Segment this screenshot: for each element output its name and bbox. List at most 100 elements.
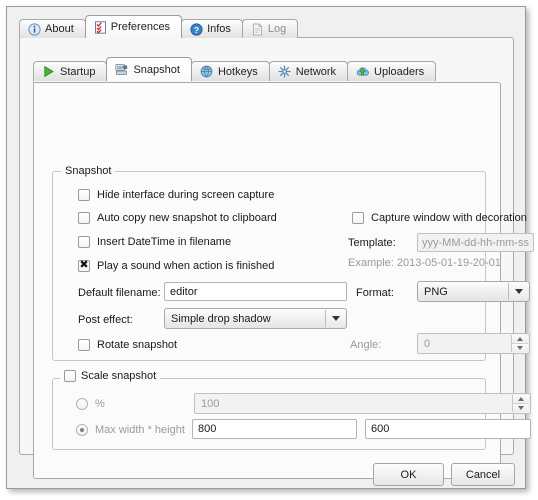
scale-percent-radio[interactable] — [76, 398, 88, 410]
scale-maxwh-label: Max width * height — [95, 424, 185, 436]
document-icon — [251, 23, 264, 36]
tab-hotkeys[interactable]: Hotkeys — [190, 61, 270, 81]
scale-group-header[interactable]: Scale snapshot — [60, 370, 161, 382]
post-effect-select[interactable]: Simple drop shadow — [164, 308, 347, 329]
angle-decrement-button[interactable] — [512, 343, 528, 352]
chevron-up-icon — [518, 397, 524, 401]
scale-max-height-value: 600 — [371, 423, 390, 435]
tab-snapshot[interactable]: Snapshot — [106, 57, 192, 81]
tab-snapshot-label: Snapshot — [133, 63, 180, 76]
tab-log-label: Log — [267, 23, 287, 35]
capture-window-label: Capture window with decoration — [371, 212, 527, 224]
info-icon — [28, 22, 41, 36]
tab-preferences[interactable]: Preferences — [84, 15, 183, 38]
play-sound-checkbox-row[interactable]: Play a sound when action is finished — [78, 258, 275, 272]
format-value: PNG — [424, 285, 448, 298]
tab-startup-label: Startup — [60, 65, 96, 78]
upload-icon — [356, 65, 369, 78]
tab-preferences-label: Preferences — [110, 21, 171, 33]
post-effect-label: Post effect: — [78, 314, 133, 326]
insert-datetime-checkbox[interactable] — [78, 236, 90, 248]
preferences-window: About Preferences ? Infos Log Startup Sn… — [6, 6, 534, 489]
svg-text:?: ? — [194, 24, 199, 34]
angle-spinner-buttons[interactable] — [511, 335, 528, 352]
main-tab-bar: About Preferences ? Infos Log — [19, 15, 299, 38]
hide-interface-label: Hide interface during screen capture — [97, 189, 275, 201]
preferences-tab-bar: Startup Snapshot Hotkeys Network Uploade… — [33, 57, 437, 81]
insert-datetime-checkbox-row[interactable]: Insert DateTime in filename — [78, 236, 231, 248]
scale-group-title: Scale snapshot — [81, 370, 157, 382]
rotate-snapshot-checkbox-row[interactable]: Rotate snapshot — [78, 339, 177, 351]
snapshot-settings-panel: Snapshot Hide interface during screen ca… — [33, 82, 534, 479]
tab-about-label: About — [45, 23, 74, 35]
ok-button-label: OK — [400, 468, 417, 481]
camera-icon — [115, 63, 128, 76]
capture-window-checkbox-row[interactable]: Capture window with decoration — [352, 212, 527, 224]
angle-increment-button[interactable] — [512, 335, 528, 343]
tab-uploaders-label: Uploaders — [374, 65, 425, 78]
cancel-button-label: Cancel — [465, 468, 501, 481]
scale-percent-spinner[interactable]: 100 — [194, 393, 531, 414]
format-select[interactable]: PNG — [417, 281, 530, 302]
snapshot-group-title: Snapshot — [61, 165, 116, 177]
tab-log[interactable]: Log — [241, 19, 299, 38]
play-sound-label: Play a sound when action is finished — [97, 260, 275, 272]
globe-icon — [200, 65, 213, 78]
scale-max-height-input[interactable]: 600 — [365, 419, 531, 439]
play-icon — [42, 65, 55, 78]
scale-max-width-value: 800 — [198, 423, 217, 435]
percent-increment-button[interactable] — [513, 395, 529, 403]
capture-window-checkbox[interactable] — [352, 212, 364, 224]
tab-infos-label: Infos — [207, 23, 231, 35]
chevron-down-icon — [331, 316, 340, 321]
play-sound-checkbox[interactable] — [78, 258, 90, 272]
default-filename-input[interactable]: editor — [164, 282, 347, 301]
tab-infos[interactable]: ? Infos — [181, 19, 243, 38]
default-filename-value: editor — [170, 285, 198, 298]
insert-datetime-label: Insert DateTime in filename — [97, 236, 232, 248]
percent-decrement-button[interactable] — [513, 403, 529, 412]
auto-copy-checkbox[interactable] — [78, 212, 90, 224]
chevron-up-icon — [517, 337, 523, 341]
template-input[interactable]: yyy-MM-dd-hh-mm-ss — [417, 233, 534, 252]
default-filename-label: Default filename: — [78, 287, 161, 299]
auto-copy-label: Auto copy new snapshot to clipboard — [97, 212, 277, 224]
ok-button[interactable]: OK — [373, 463, 444, 486]
chevron-down-icon — [514, 289, 523, 294]
preferences-panel: Startup Snapshot Hotkeys Network Uploade… — [19, 37, 534, 479]
hide-interface-checkbox[interactable] — [78, 189, 90, 201]
template-example-label: Example: 2013-05-01-19-20-01 — [348, 257, 501, 269]
question-icon: ? — [190, 22, 203, 36]
scale-group: Scale snapshot — [52, 370, 486, 450]
scale-percent-radio-row[interactable]: % — [76, 398, 105, 410]
rotate-snapshot-label: Rotate snapshot — [97, 339, 178, 351]
hide-interface-checkbox-row[interactable]: Hide interface during screen capture — [78, 189, 274, 201]
scale-max-width-input[interactable]: 800 — [192, 419, 357, 439]
scale-percent-value: 100 — [201, 397, 220, 410]
post-effect-value: Simple drop shadow — [171, 312, 271, 325]
tab-network[interactable]: Network — [268, 61, 349, 81]
chevron-down-icon — [518, 406, 524, 410]
scale-percent-spinner-buttons[interactable] — [512, 395, 529, 412]
scale-maxwh-radio[interactable] — [76, 424, 88, 436]
rotate-snapshot-checkbox[interactable] — [78, 339, 90, 351]
chevron-down-icon — [517, 346, 523, 350]
scale-snapshot-checkbox[interactable] — [64, 370, 76, 382]
network-icon — [278, 65, 291, 78]
scale-percent-label: % — [95, 398, 105, 410]
tab-network-label: Network — [295, 65, 337, 78]
post-effect-dropdown-arrow[interactable] — [325, 310, 345, 327]
format-dropdown-arrow[interactable] — [508, 283, 528, 300]
format-label: Format: — [356, 287, 394, 299]
angle-spinner[interactable]: 0 — [417, 333, 530, 354]
tab-hotkeys-label: Hotkeys — [217, 65, 258, 78]
tab-startup[interactable]: Startup — [33, 61, 108, 81]
cancel-button[interactable]: Cancel — [451, 463, 515, 486]
template-label: Template: — [348, 237, 396, 249]
angle-value: 0 — [424, 337, 431, 350]
tab-uploaders[interactable]: Uploaders — [347, 61, 437, 81]
scale-maxwh-radio-row[interactable]: Max width * height — [76, 424, 185, 436]
auto-copy-checkbox-row[interactable]: Auto copy new snapshot to clipboard — [78, 212, 277, 224]
template-value: yyy-MM-dd-hh-mm-ss — [422, 236, 529, 249]
tab-about[interactable]: About — [19, 19, 86, 38]
